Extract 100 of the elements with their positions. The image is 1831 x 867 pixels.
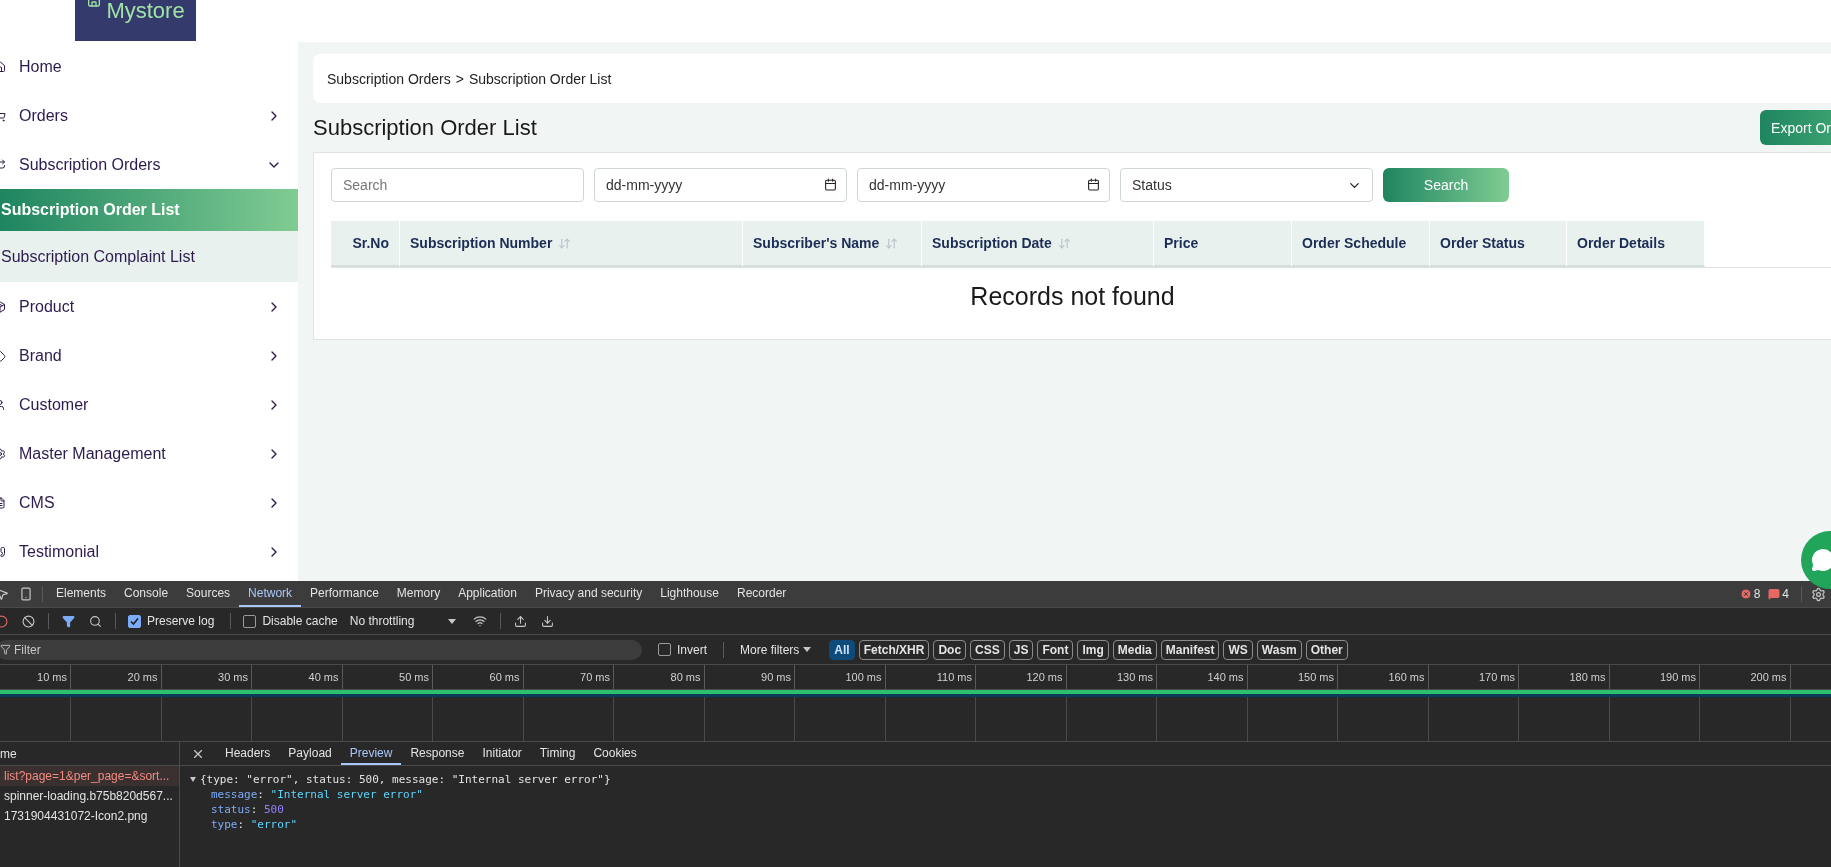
export-button[interactable]: Export Or	[1760, 110, 1831, 145]
devtools-tab[interactable]: Performance	[301, 581, 388, 607]
sidebar-item[interactable]: Master Management	[0, 429, 298, 478]
detail-tab[interactable]: Timing	[530, 742, 585, 765]
devtools-tab[interactable]: Network	[239, 581, 302, 607]
column-header[interactable]: Subscription Date	[922, 221, 1154, 267]
devtools-tab[interactable]: Recorder	[727, 581, 796, 607]
devtools-tab[interactable]: Elements	[47, 581, 116, 607]
type-filter-chip[interactable]: WS	[1223, 639, 1253, 660]
status-dropdown[interactable]: Status	[1120, 168, 1373, 202]
error-icon	[1739, 588, 1752, 600]
type-filter-chip[interactable]: Fetch/XHR	[858, 639, 930, 660]
type-filter-chip[interactable]: Other	[1305, 639, 1348, 660]
sidebar-subitem[interactable]: Subscription Complaint List	[0, 231, 298, 282]
detail-tab[interactable]: Headers	[216, 742, 280, 765]
filter-field[interactable]: Filter	[0, 639, 642, 660]
detail-tab[interactable]: Response	[401, 742, 474, 765]
devtools-tab[interactable]: Privacy and security	[525, 581, 652, 607]
ruler-tick: 120 ms	[1026, 671, 1063, 683]
request-row[interactable]: 1731904431072-Icon2.png	[0, 806, 179, 826]
type-filter-chip[interactable]: Manifest	[1160, 639, 1220, 660]
type-filter-chip[interactable]: CSS	[970, 639, 1005, 660]
checkbox[interactable]	[658, 643, 671, 656]
settings-icon[interactable]	[1811, 586, 1826, 602]
page-title: Subscription Order List	[313, 114, 537, 141]
devtools-tab[interactable]: Lighthouse	[651, 581, 728, 607]
preview-summary: {type: "error", status: 500, message: "Internal server error"}	[200, 772, 611, 787]
sidebar-item[interactable]: CMS	[0, 478, 298, 527]
type-filter-chip[interactable]: All	[829, 639, 855, 660]
ruler-tick: 140 ms	[1207, 671, 1244, 683]
devtools-tab[interactable]: Memory	[387, 581, 450, 607]
detail-tab[interactable]: Preview	[340, 742, 402, 765]
type-filter-chip[interactable]: Img	[1077, 639, 1109, 660]
checkbox-label: Disable cache	[262, 614, 338, 628]
date-field[interactable]: dd-mm-yyyy	[857, 168, 1110, 202]
chat-icon	[1811, 548, 1831, 572]
detail-tab[interactable]: Initiator	[473, 742, 531, 765]
ruler-tick: 50 ms	[399, 671, 429, 683]
more-filters-dropdown[interactable]: More filters	[740, 642, 800, 657]
ruler-tick: 30 ms	[218, 671, 248, 683]
ruler-tick: 100 ms	[845, 671, 882, 683]
column-header[interactable]: me	[0, 746, 17, 761]
caret-icon	[447, 618, 456, 624]
filter-icon	[0, 643, 11, 655]
devtools-tab[interactable]: Console	[115, 581, 178, 607]
devtools-tab[interactable]: Sources	[177, 581, 240, 607]
column-header: Order Schedule	[1292, 221, 1430, 267]
throttling-dropdown[interactable]: No throttling	[349, 614, 444, 628]
expand-caret-icon[interactable]	[190, 777, 196, 782]
download-icon[interactable]	[540, 614, 554, 628]
breadcrumb-separator: >	[455, 70, 464, 87]
ruler-tick: 70 ms	[580, 671, 610, 683]
filter-icon[interactable]	[62, 614, 75, 628]
type-filter-chip[interactable]: Media	[1112, 639, 1157, 660]
error-count: 8	[1753, 587, 1761, 601]
sidebar-item[interactable]: Customer	[0, 380, 298, 429]
ruler-tick: 150 ms	[1297, 671, 1334, 683]
breadcrumb-link[interactable]: Subscription Order List	[468, 70, 612, 87]
ruler-tick: 10 ms	[37, 671, 67, 683]
type-filter-chip[interactable]: Doc	[933, 639, 967, 660]
device-icon[interactable]	[19, 587, 33, 601]
sidebar-item[interactable]: Subscription Orders	[0, 140, 298, 189]
checkbox[interactable]	[128, 614, 141, 628]
sidebar-item[interactable]: Brand	[0, 331, 298, 380]
issue-icon	[1768, 588, 1781, 600]
ruler-tick: 40 ms	[308, 671, 339, 683]
sidebar-item[interactable]: Testimonial	[0, 527, 298, 576]
sidebar-item[interactable]: Product	[0, 282, 298, 331]
logo-text: Mystore	[106, 0, 185, 23]
type-filter-chip[interactable]: Wasm	[1256, 639, 1302, 660]
ruler-tick: 180 ms	[1569, 671, 1606, 683]
column-header[interactable]: Subscription Number	[400, 221, 743, 267]
type-filter-chip[interactable]: JS	[1008, 639, 1034, 660]
breadcrumb-link[interactable]: Subscription Orders	[327, 70, 451, 87]
checkbox[interactable]	[243, 614, 257, 628]
checkbox-label: Invert	[677, 642, 707, 657]
checkbox-label: Preserve log	[147, 614, 215, 628]
ruler-tick: 130 ms	[1116, 671, 1153, 683]
column-header: Price	[1154, 221, 1292, 267]
date-field[interactable]: dd-mm-yyyy	[594, 168, 847, 202]
ruler-tick: 160 ms	[1388, 671, 1425, 683]
calendar-icon[interactable]	[824, 178, 837, 191]
preview-field: status: 500	[190, 802, 1831, 817]
clear-icon[interactable]	[22, 614, 35, 628]
request-row[interactable]: list?page=1&per_page=&sort...	[0, 766, 179, 786]
search-field[interactable]: Search	[331, 168, 584, 202]
upload-icon[interactable]	[513, 614, 527, 628]
devtools-tab[interactable]: Application	[449, 581, 526, 607]
detail-tab[interactable]: Payload	[279, 742, 341, 765]
type-filter-chip[interactable]: Font	[1037, 639, 1074, 660]
sidebar-item[interactable]: Home	[0, 42, 298, 91]
column-header[interactable]: Subscriber's Name	[743, 221, 922, 267]
column-header: Sr.No	[331, 221, 400, 267]
search-icon[interactable]	[89, 614, 102, 628]
network-conditions-icon[interactable]	[472, 614, 487, 628]
ruler-tick: 90 ms	[761, 671, 791, 683]
calendar-icon[interactable]	[1087, 178, 1100, 191]
request-row[interactable]: spinner-loading.b75b820d567...	[0, 786, 179, 806]
sidebar-item[interactable]: Orders	[0, 91, 298, 140]
detail-tab[interactable]: Cookies	[584, 742, 646, 765]
